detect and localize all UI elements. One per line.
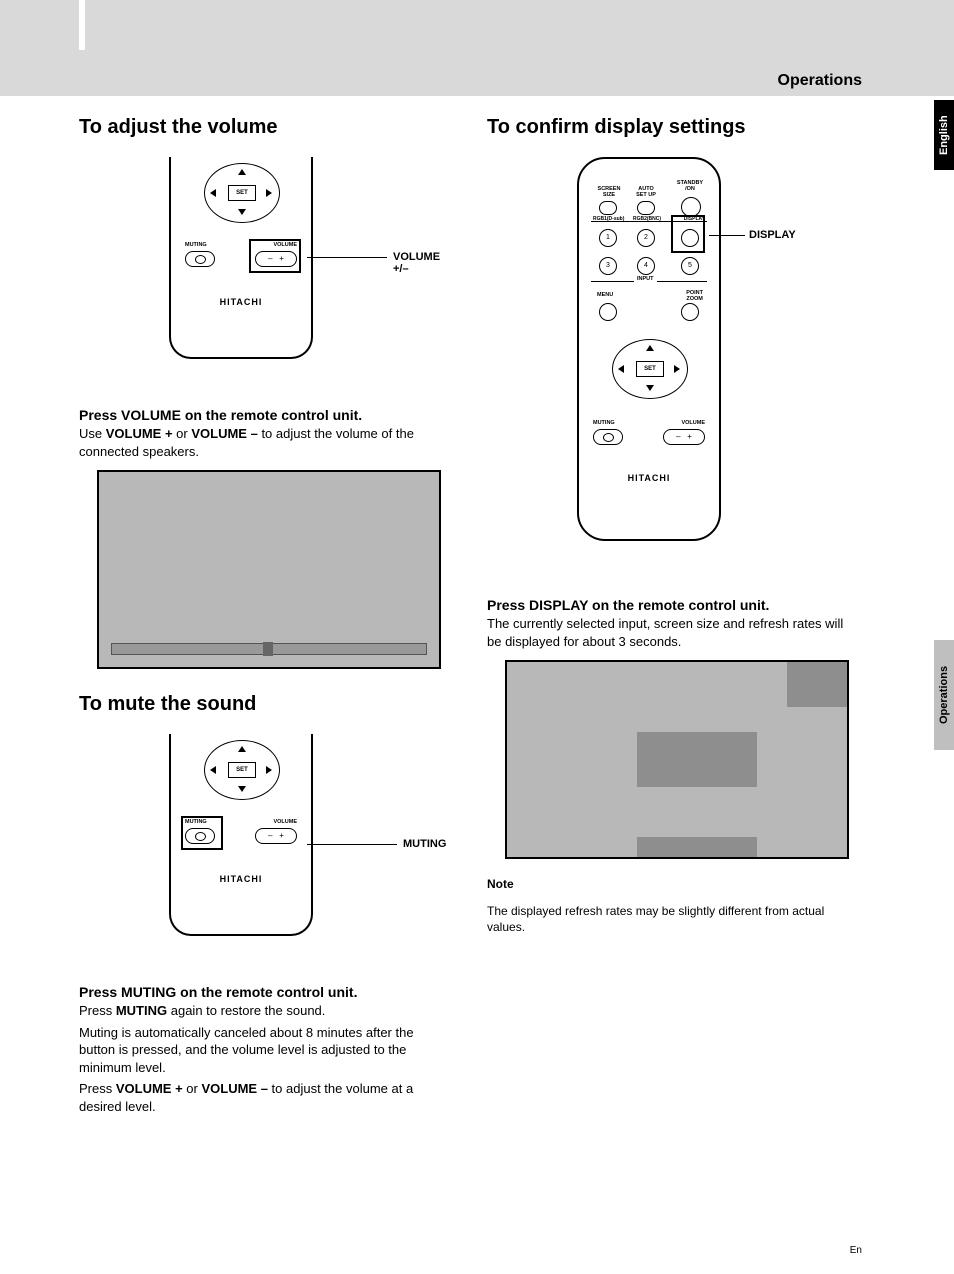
mute-instruction-head: Press MUTING on the remote control unit.: [79, 984, 451, 1000]
screen-display-settings: [505, 660, 849, 859]
muting-highlight: [181, 816, 223, 850]
volume-highlight: [249, 239, 301, 273]
remote-illustration-volume: SET MUTING VOLUME – + HITACHI: [79, 157, 451, 377]
brand-label: HITACHI: [171, 297, 311, 307]
muting-button: [185, 251, 215, 267]
remote-illustration-mute: SET MUTING VOLUME – + HITACHI: [79, 734, 451, 954]
mute-instruction-body3: Press VOLUME + or VOLUME – to adjust the…: [79, 1080, 451, 1115]
note-body: The displayed refresh rates may be sligh…: [487, 903, 859, 935]
side-tab-english: English: [934, 100, 954, 170]
remote-body: SET MUTING VOLUME – + HITACHI: [169, 157, 313, 359]
display-instruction-head: Press DISPLAY on the remote control unit…: [487, 597, 859, 613]
right-column: To confirm display settings SCREEN SIZE …: [487, 110, 859, 1125]
heading-adjust-volume: To adjust the volume: [79, 116, 451, 139]
volume-instruction-head: Press VOLUME on the remote control unit.: [79, 407, 451, 423]
set-button: SET: [228, 185, 256, 201]
page-content: To adjust the volume SET MUTING: [79, 110, 859, 1125]
heading-display-settings: To confirm display settings: [487, 116, 859, 139]
callout-display: DISPLAY: [749, 229, 796, 241]
display-instruction-body: The currently selected input, screen siz…: [487, 615, 859, 650]
muting-label: MUTING: [185, 243, 207, 249]
remote-body-full: SCREEN SIZE AUTO SET UP STANDBY /ON RGB1…: [577, 157, 721, 541]
volume-label: VOLUME: [273, 820, 297, 826]
page-tab-cut: [79, 0, 85, 50]
heading-mute: To mute the sound: [79, 693, 451, 716]
mute-instruction-body1: Press MUTING again to restore the sound.: [79, 1002, 451, 1020]
header-section: Operations: [778, 72, 862, 90]
note-heading: Note: [487, 877, 859, 891]
mute-instruction-body2: Muting is automatically canceled about 8…: [79, 1024, 451, 1077]
screen-volume-bar: [97, 470, 441, 669]
set-button: SET: [228, 762, 256, 778]
volume-button: – +: [255, 828, 297, 844]
footer-lang: En: [850, 1245, 862, 1256]
display-highlight: [671, 215, 705, 253]
callout-muting: MUTING: [403, 838, 446, 850]
remote-body: SET MUTING VOLUME – + HITACHI: [169, 734, 313, 936]
volume-instruction-body: Use VOLUME + or VOLUME – to adjust the v…: [79, 425, 451, 460]
callout-volume: VOLUME +/–: [393, 251, 451, 275]
brand-label: HITACHI: [171, 874, 311, 884]
left-column: To adjust the volume SET MUTING: [79, 110, 451, 1125]
side-tab-operations: Operations: [934, 640, 954, 750]
remote-illustration-display: SCREEN SIZE AUTO SET UP STANDBY /ON RGB1…: [487, 157, 859, 567]
